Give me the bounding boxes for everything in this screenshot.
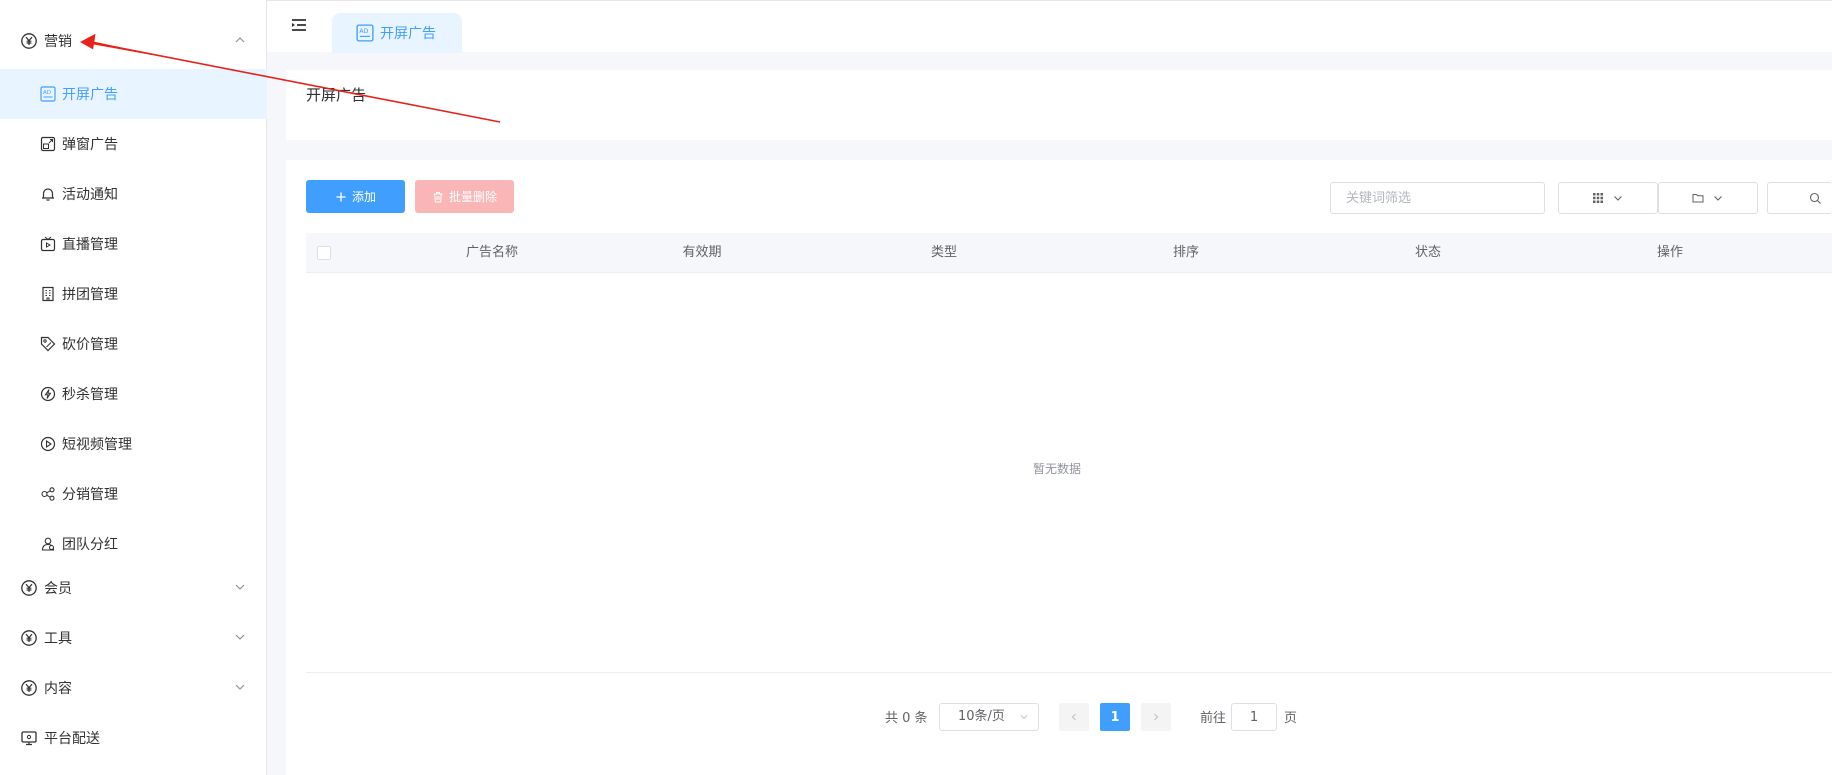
- pagination: 共 0 条 10条/页 1 前往 页: [286, 698, 1832, 732]
- goto-suffix: 页: [1284, 711, 1298, 726]
- page-title: 开屏广告: [306, 86, 367, 104]
- sidebar-item-activity-notice[interactable]: 活动通知: [0, 169, 267, 219]
- sidebar-item-label: 活动通知: [62, 187, 118, 203]
- trash-icon: [432, 191, 444, 203]
- goto-page-input[interactable]: [1231, 703, 1277, 731]
- grid-icon: [1592, 192, 1604, 204]
- folder-icon: [1692, 192, 1704, 204]
- prev-page-button[interactable]: [1059, 703, 1089, 731]
- menu-group-content[interactable]: 内容: [0, 663, 267, 713]
- chevron-up-icon: [233, 33, 247, 47]
- tab-splash-ad[interactable]: AD 开屏广告: [332, 13, 462, 53]
- chevron-right-icon: [1151, 712, 1161, 722]
- column-header: 状态: [1414, 245, 1441, 260]
- sidebar-item-flash-sale[interactable]: 秒杀管理: [0, 369, 267, 419]
- menu-group-label: 工具: [44, 631, 72, 647]
- menu-group-platform-delivery[interactable]: 平台配送: [0, 713, 267, 763]
- column-header: 广告名称: [465, 245, 518, 260]
- building-icon: [40, 286, 56, 302]
- page-size-select[interactable]: 10条/页: [939, 703, 1039, 731]
- sidebar-item-team-bonus[interactable]: 团队分红: [0, 519, 267, 569]
- column-header: 排序: [1172, 245, 1199, 260]
- lightning-icon: [40, 386, 56, 402]
- sidebar-item-bargain[interactable]: 砍价管理: [0, 319, 267, 369]
- menu-group-tools[interactable]: 工具: [0, 613, 267, 663]
- add-button-label: 添加: [351, 190, 376, 204]
- sidebar-item-label: 开屏广告: [62, 87, 118, 103]
- popup-icon: [40, 136, 56, 152]
- table-header: 广告名称 有效期 类型 排序 状态 操作: [306, 233, 1832, 273]
- share-icon: [40, 486, 56, 502]
- search-icon: [1809, 192, 1822, 205]
- menu-group-label: 会员: [44, 581, 72, 597]
- table-divider: [306, 672, 1832, 673]
- menu-group-label: 营销: [44, 34, 72, 50]
- search-button[interactable]: [1767, 182, 1832, 214]
- sidebar-item-short-video[interactable]: 短视频管理: [0, 419, 267, 469]
- pagination-total: 共 0 条: [885, 711, 928, 726]
- sidebar-item-popup-ad[interactable]: 弹窗广告: [0, 119, 267, 169]
- sidebar-item-group-buy[interactable]: 拼团管理: [0, 269, 267, 319]
- plus-icon: [335, 191, 347, 203]
- sidebar-item-label: 团队分红: [62, 537, 118, 553]
- sidebar-item-label: 砍价管理: [62, 337, 118, 353]
- yen-icon: [20, 629, 38, 647]
- add-button[interactable]: 添加: [306, 180, 405, 213]
- menu-toggle-icon[interactable]: [289, 15, 309, 35]
- column-header: 操作: [1656, 245, 1683, 260]
- folder-dropdown[interactable]: [1658, 182, 1758, 214]
- column-settings-dropdown[interactable]: [1558, 182, 1658, 214]
- sidebar-item-label: 直播管理: [62, 237, 118, 253]
- sidebar-item-splash-ad[interactable]: AD 开屏广告: [0, 69, 267, 119]
- bell-icon: [40, 186, 56, 202]
- chevron-down-icon: [1712, 192, 1724, 204]
- menu-group-member[interactable]: 会员: [0, 563, 267, 613]
- ad-icon: AD: [40, 86, 56, 102]
- column-header: 类型: [930, 245, 957, 260]
- batch-delete-button[interactable]: 批量删除: [415, 180, 514, 213]
- sidebar-item-label: 秒杀管理: [62, 387, 118, 403]
- tag-icon: [40, 336, 56, 352]
- empty-state-text: 暂无数据: [1032, 462, 1081, 476]
- chevron-down-icon: [233, 680, 247, 694]
- chevron-down-icon: [1612, 192, 1624, 204]
- keyword-filter-input[interactable]: [1330, 182, 1545, 214]
- app-root: 营销 AD 开屏广告 弹窗广告 活动通知 直播管理 拼团管理 砍价管理 秒杀管理…: [0, 0, 1832, 775]
- monitor-icon: [20, 729, 38, 747]
- top-bar: AD 开屏广告: [267, 0, 1832, 53]
- svg-text:AD: AD: [359, 28, 368, 35]
- sidebar-item-live[interactable]: 直播管理: [0, 219, 267, 269]
- chevron-down-icon: [233, 580, 247, 594]
- tab-label: 开屏广告: [380, 26, 436, 42]
- chevron-down-icon: [1019, 712, 1029, 722]
- goto-label: 前往: [1200, 711, 1227, 726]
- sidebar: 营销 AD 开屏广告 弹窗广告 活动通知 直播管理 拼团管理 砍价管理 秒杀管理…: [0, 0, 267, 775]
- ad-icon: AD: [356, 24, 374, 42]
- select-all-checkbox[interactable]: [317, 246, 331, 260]
- sidebar-item-label: 拼团管理: [62, 287, 118, 303]
- play-icon: [40, 436, 56, 452]
- column-header: 有效期: [682, 245, 722, 260]
- menu-group-marketing[interactable]: 营销: [0, 16, 267, 66]
- sidebar-item-distribution[interactable]: 分销管理: [0, 469, 267, 519]
- sidebar-item-label: 短视频管理: [62, 437, 132, 453]
- chevron-down-icon: [233, 630, 247, 644]
- tv-icon: [40, 236, 56, 252]
- batch-delete-label: 批量删除: [448, 190, 497, 204]
- yen-icon: [20, 579, 38, 597]
- page-title-card: 开屏广告: [286, 70, 1832, 140]
- yen-icon: [20, 32, 38, 50]
- page-size-value: 10条/页: [958, 709, 1005, 724]
- svg-text:AD: AD: [43, 90, 51, 96]
- sidebar-item-label: 分销管理: [62, 487, 118, 503]
- chevron-left-icon: [1069, 712, 1079, 722]
- next-page-button[interactable]: [1141, 703, 1171, 731]
- sidebar-item-label: 弹窗广告: [62, 137, 118, 153]
- menu-group-label: 内容: [44, 681, 72, 697]
- menu-group-label: 平台配送: [44, 731, 100, 747]
- yen-icon: [20, 679, 38, 697]
- main-card: 添加 批量删除 关键词筛选 广告名称 有效期 类型 排序 状态 操作 暂无数据 …: [286, 160, 1832, 775]
- page-number-button[interactable]: 1: [1100, 703, 1130, 731]
- team-icon: [40, 536, 56, 552]
